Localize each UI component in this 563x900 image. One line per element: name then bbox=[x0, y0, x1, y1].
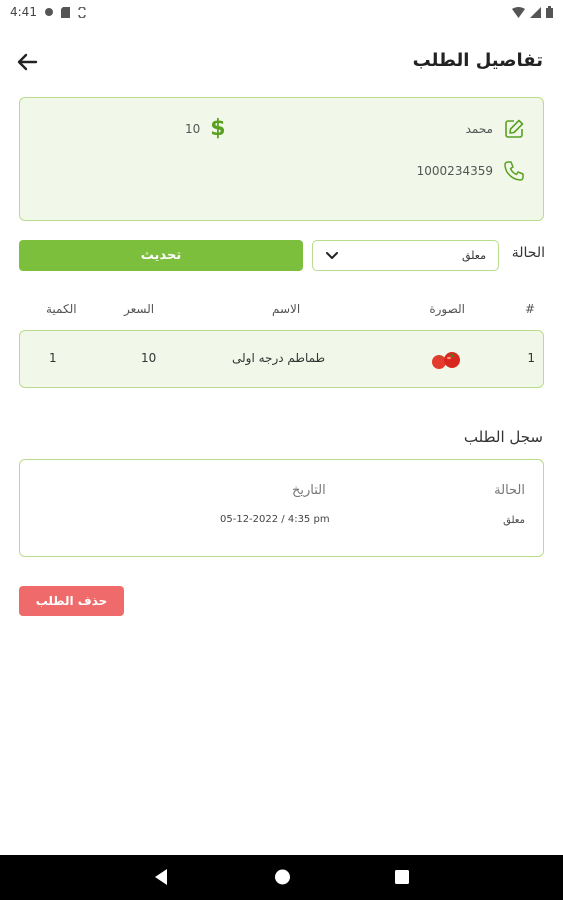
col-header-image: الصورة bbox=[429, 302, 465, 316]
nav-home-icon[interactable] bbox=[274, 868, 291, 886]
order-amount-row: 10 $ bbox=[185, 116, 226, 141]
log-status-header: الحالة bbox=[494, 483, 525, 498]
col-header-price: السعر bbox=[124, 302, 155, 316]
wifi-icon bbox=[512, 6, 525, 18]
app-bar: تفاصيل الطلب bbox=[0, 40, 563, 82]
tomato-image bbox=[432, 352, 460, 369]
edit-icon[interactable] bbox=[503, 118, 525, 140]
row-index: 1 bbox=[527, 351, 535, 365]
col-header-index: # bbox=[524, 302, 535, 316]
battery-icon bbox=[546, 6, 553, 18]
customer-phone-row: 1000234359 bbox=[417, 160, 525, 182]
customer-name: محمد bbox=[465, 122, 493, 136]
log-entry-date: 05-12-2022 / 4:35 pm bbox=[220, 514, 330, 525]
dollar-icon: $ bbox=[210, 116, 226, 141]
customer-name-row: محمد bbox=[466, 118, 525, 140]
row-product-name: طماطم درجه اولى bbox=[232, 351, 326, 365]
status-label: الحالة bbox=[511, 245, 545, 261]
signal-icon bbox=[530, 6, 541, 18]
sync-icon bbox=[78, 6, 86, 18]
status-time: 4:41 bbox=[10, 5, 37, 19]
delete-order-button[interactable]: حذف الطلب bbox=[19, 586, 124, 616]
sim-icon bbox=[60, 6, 70, 18]
order-log-title: سجل الطلب bbox=[463, 428, 543, 446]
log-date-header: التاريخ bbox=[292, 483, 326, 498]
log-entry-status: معلق bbox=[503, 515, 525, 526]
col-header-quantity: الكمية bbox=[46, 302, 77, 316]
page-title: تفاصيل الطلب bbox=[412, 50, 543, 71]
col-header-name: الاسم bbox=[272, 302, 301, 316]
chevron-down-icon bbox=[326, 252, 338, 259]
row-price: 10 bbox=[141, 351, 157, 365]
notification-icon bbox=[44, 8, 53, 16]
nav-back-icon[interactable] bbox=[153, 868, 169, 886]
phone-icon[interactable] bbox=[503, 160, 525, 182]
status-selected-value: معلق bbox=[461, 249, 486, 262]
status-bar: 4:41 bbox=[0, 0, 563, 24]
back-arrow-icon[interactable] bbox=[14, 48, 42, 76]
order-log-card: الحالة التاريخ معلق 05-12-2022 / 4:35 pm bbox=[19, 459, 544, 557]
system-nav-bar bbox=[0, 855, 563, 900]
customer-phone: 1000234359 bbox=[416, 164, 493, 178]
update-button[interactable]: تحديث bbox=[19, 240, 303, 271]
row-quantity: 1 bbox=[49, 351, 57, 365]
customer-info-card: محمد 1000234359 10 $ bbox=[19, 97, 544, 221]
order-amount: 10 bbox=[185, 121, 201, 136]
status-dropdown[interactable]: معلق bbox=[312, 240, 499, 271]
nav-recents-icon[interactable] bbox=[394, 868, 410, 886]
